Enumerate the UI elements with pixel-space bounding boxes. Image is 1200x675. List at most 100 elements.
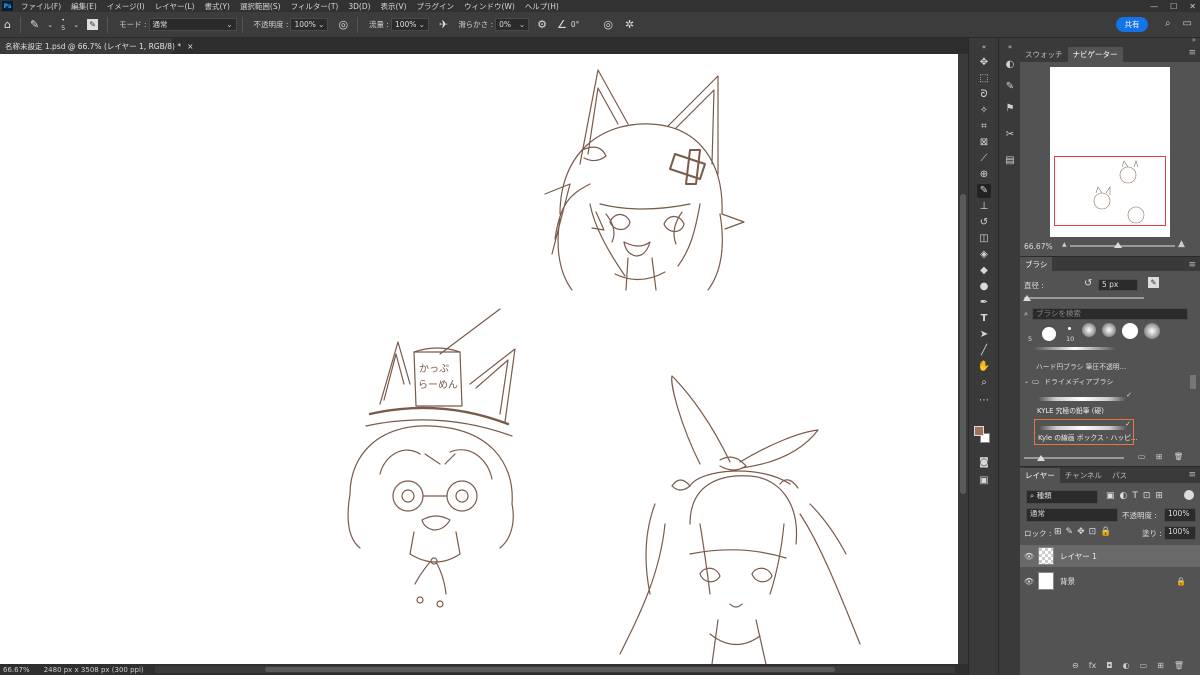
maximize-button[interactable]: ☐ [1170, 2, 1177, 11]
tab-swatches[interactable]: スウォッチ [1020, 47, 1068, 62]
filter-toggle[interactable] [1184, 490, 1194, 500]
tab-layers[interactable]: レイヤー [1020, 468, 1060, 483]
menu-image[interactable]: イメージ(I) [102, 1, 150, 12]
panel-menu-icon[interactable]: ≡ [1188, 470, 1196, 480]
line-tool-icon[interactable]: ╱ [977, 344, 991, 358]
navigator-zoom-value[interactable]: 66.67% [1024, 242, 1053, 251]
new-group-icon[interactable]: ▭ [1140, 661, 1148, 670]
opacity-field[interactable]: 100% ⌄ [290, 18, 329, 31]
blend-mode-select[interactable]: 通常 [1026, 508, 1118, 522]
zoom-tool-icon[interactable]: ⌕ [977, 376, 991, 390]
brush-size-slider[interactable] [1024, 297, 1144, 299]
menu-help[interactable]: ヘルプ(H) [520, 1, 564, 12]
hard-round-tip-large[interactable] [1042, 327, 1056, 341]
navigator-thumbnail[interactable] [1050, 67, 1170, 237]
link-layers-icon[interactable]: ⊖ [1072, 661, 1079, 670]
marquee-tool-icon[interactable]: ⬚ [977, 72, 991, 86]
navigator-zoom-slider[interactable] [1070, 245, 1175, 247]
hand-tool-icon[interactable]: ✋ [977, 360, 991, 374]
fill-field[interactable]: 100% [1164, 526, 1196, 540]
healing-tool-icon[interactable]: ⊕ [977, 168, 991, 182]
paint-bucket-tool-icon[interactable]: ◈ [977, 248, 991, 262]
slider-knob[interactable] [1023, 295, 1031, 301]
layer-effects-icon[interactable]: fx [1089, 661, 1097, 670]
search-icon[interactable]: ⌕ [1165, 18, 1171, 29]
tab-channels[interactable]: チャンネル [1060, 468, 1107, 483]
lock-icons[interactable]: ⊞✎✥⊡🔒 [1054, 527, 1115, 537]
vertical-scrollbar[interactable] [958, 54, 968, 664]
gear-icon[interactable]: ⚙ [537, 18, 547, 31]
menu-layer[interactable]: レイヤー(L) [150, 1, 200, 12]
brush-group-name[interactable]: ドライメディアブラシ [1044, 377, 1113, 387]
document-tab[interactable]: 名称未設定 1.psd @ 66.7% (レイヤー 1, RGB/8) * × [0, 38, 193, 54]
brush-edit-icon[interactable]: ✓ [1126, 391, 1132, 399]
layer-filter-icons[interactable]: ▣◐T⊡⊞ [1106, 491, 1168, 501]
add-mask-icon[interactable]: ◘ [1106, 661, 1112, 670]
eye-icon[interactable]: 👁 [1020, 552, 1038, 561]
flow-field[interactable]: 100% ⌄ [390, 18, 429, 31]
move-tool-icon[interactable]: ✥ [977, 56, 991, 70]
crop-tool-icon[interactable]: ⌗ [977, 120, 991, 134]
pen-tool-icon[interactable]: ✒ [977, 296, 991, 310]
minimize-button[interactable]: — [1150, 2, 1158, 11]
menu-select[interactable]: 選択範囲(S) [235, 1, 286, 12]
chevron-down-icon[interactable]: ⌄ [1024, 378, 1029, 385]
close-icon[interactable]: × [187, 42, 193, 51]
navigator-view-box[interactable] [1054, 156, 1166, 226]
adjustment-layer-icon[interactable]: ◐ [1123, 661, 1130, 670]
menu-type[interactable]: 書式(Y) [200, 1, 235, 12]
airbrush-icon[interactable]: ✈ [439, 18, 448, 31]
share-button[interactable]: 共有 [1116, 17, 1148, 32]
libraries-panel-icon[interactable]: ▤ [1003, 154, 1017, 168]
clone-source-panel-icon[interactable]: ✂ [1003, 128, 1017, 142]
more-tools-icon[interactable]: ⋯ [977, 394, 991, 408]
hard-brush-label[interactable]: ハード円ブラシ 筆圧不透明... [1036, 361, 1126, 371]
foreground-color-swatch[interactable] [974, 426, 984, 436]
dodge-tool-icon[interactable]: ● [977, 280, 991, 294]
chevron-down-icon[interactable]: ⌄ [47, 21, 53, 29]
pressure-size-icon[interactable]: ◎ [603, 18, 613, 31]
tab-navigator[interactable]: ナビゲーター [1067, 47, 1123, 62]
color-panel-icon[interactable]: ◐ [1003, 58, 1017, 72]
brush-size-field[interactable]: 5 px [1098, 279, 1138, 291]
brush-size-picker[interactable]: • 5 [61, 17, 65, 32]
new-group-icon[interactable]: ▭ [1138, 452, 1145, 461]
lasso-tool-icon[interactable]: ᘐ [977, 88, 991, 102]
layer-name[interactable]: レイヤー 1 [1060, 551, 1097, 562]
brush-item-pencil[interactable]: ✓ KYLE 究極の鉛筆 (硬) [1034, 391, 1134, 417]
history-brush-tool-icon[interactable]: ↺ [977, 216, 991, 230]
scrollbar-thumb[interactable] [960, 194, 966, 494]
brush-panel-icon[interactable]: ✎ [1003, 80, 1017, 94]
collapse-icon[interactable]: » [1192, 36, 1196, 44]
pressure-opacity-icon[interactable]: ◎ [338, 18, 348, 31]
panel-menu-icon[interactable]: ≡ [1188, 260, 1196, 270]
slider-knob[interactable] [1114, 242, 1122, 248]
brush-edit-icon[interactable]: ✓ [1125, 420, 1131, 428]
new-layer-icon[interactable]: ⊞ [1157, 661, 1164, 670]
blur-tool-icon[interactable]: ◆ [977, 264, 991, 278]
close-window-button[interactable]: ✕ [1189, 2, 1196, 11]
smoothing-field[interactable]: 0% ⌄ [495, 18, 530, 31]
angle-value[interactable]: 0° [571, 20, 580, 29]
brush-tool-icon[interactable]: ✎ [977, 184, 991, 198]
soft-round-tip[interactable] [1144, 323, 1160, 339]
mode-select[interactable]: 通常 ⌄ [148, 18, 237, 31]
workspace-icon[interactable]: ▭ [1183, 18, 1192, 29]
home-icon[interactable]: ⌂ [4, 18, 11, 31]
menu-view[interactable]: 表示(V) [376, 1, 412, 12]
horizontal-scrollbar[interactable] [155, 666, 955, 673]
quick-select-tool-icon[interactable]: ✧ [977, 104, 991, 118]
stamp-tool-icon[interactable]: ⊥ [977, 200, 991, 214]
menu-edit[interactable]: 編集(E) [66, 1, 102, 12]
trash-icon[interactable]: 🗑 [1174, 661, 1184, 670]
eyedropper-tool-icon[interactable]: ⟋ [977, 152, 991, 166]
chevron-down-icon[interactable]: ⌄ [73, 21, 79, 29]
layer-name[interactable]: 背景 [1060, 576, 1075, 587]
reset-icon[interactable]: ↺ [1084, 278, 1092, 289]
brush-item-lineart[interactable]: ✓ Kyle の線画 ボックス - ハッピ... [1034, 419, 1137, 445]
layer-filter-select[interactable]: ⌕ 種類 [1026, 490, 1098, 504]
panel-menu-icon[interactable]: ≡ [1188, 48, 1196, 58]
path-select-tool-icon[interactable]: ➤ [977, 328, 991, 342]
frame-tool-icon[interactable]: ⊠ [977, 136, 991, 150]
layer-row-layer1[interactable]: 👁 レイヤー 1 [1020, 545, 1200, 567]
